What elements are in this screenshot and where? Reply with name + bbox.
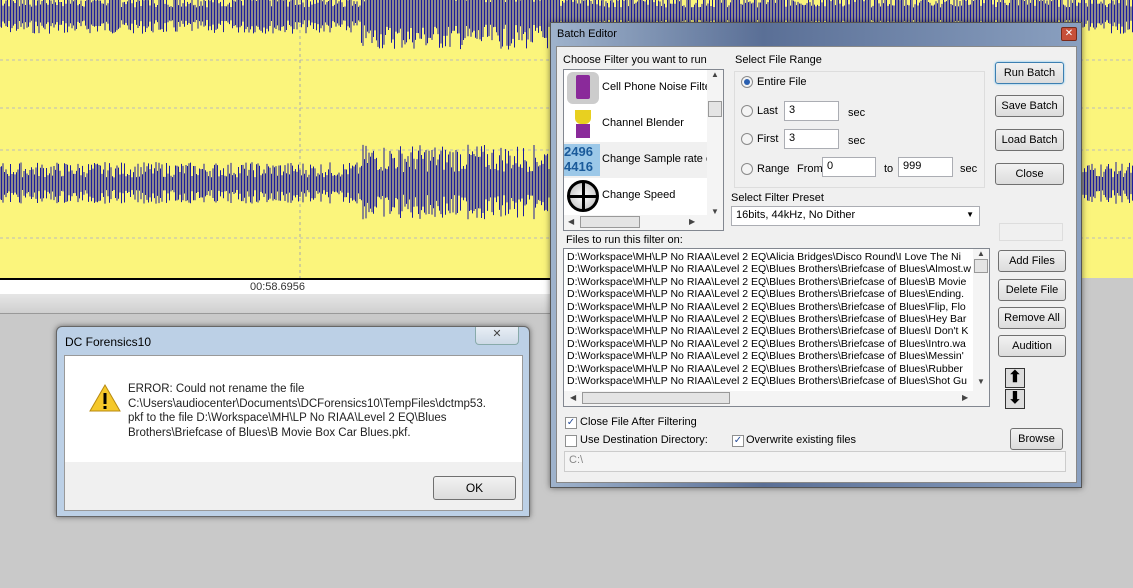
file-list-item[interactable]: D:\Workspace\MH\LP No RIAA\Level 2 EQ\Bl… [567,263,971,275]
overwrite-checkbox[interactable]: ✓ [732,435,744,447]
load-batch-button[interactable]: Load Batch [995,129,1064,151]
file-list-hscrollbar[interactable]: ◀ ▶ [564,391,989,406]
file-list-item[interactable]: D:\Workspace\MH\LP No RIAA\Level 2 EQ\Bl… [567,375,971,387]
dialog-close-button[interactable]: ✕ [475,327,519,345]
file-list-item[interactable]: D:\Workspace\MH\LP No RIAA\Level 2 EQ\Bl… [567,301,971,313]
from-label: From [797,163,823,175]
filter-item-change-speed[interactable]: Change Speed [564,178,708,214]
sample-rate-icon: 2496 4416 [564,144,600,176]
speed-wheel-icon [567,180,599,212]
close-after-checkbox[interactable]: ✓ [565,417,577,429]
preset-dropdown[interactable]: 16bits, 44kHz, No Dither ▼ [731,206,980,226]
filter-item-change-sample-rate[interactable]: 2496 4416 Change Sample rate or [564,142,716,178]
browse-button[interactable]: Browse [1010,428,1063,450]
file-list-item[interactable]: D:\Workspace\MH\LP No RIAA\Level 2 EQ\Bl… [567,276,971,288]
filter-item-cell-phone[interactable]: Cell Phone Noise Filter [564,70,715,106]
file-list-item[interactable]: D:\Workspace\MH\LP No RIAA\Level 2 EQ\Bl… [567,288,971,300]
file-list-item[interactable]: D:\Workspace\MH\LP No RIAA\Level 2 EQ\Bl… [567,338,971,350]
last-sec-label: sec [848,107,866,119]
arrow-down-icon: ⬇ [1008,390,1022,407]
range-sec-label: sec [960,163,978,175]
chevron-down-icon: ▼ [966,210,974,219]
audition-button[interactable]: Audition [998,335,1066,357]
arrow-up-icon: ⬆ [1008,369,1022,386]
close-after-label: Close File After Filtering [580,416,697,428]
overwrite-label: Overwrite existing files [746,434,857,446]
first-sec-label: sec [848,135,866,147]
horizontal-scrollbar[interactable] [0,294,555,314]
entire-file-radio[interactable] [741,76,753,88]
error-dialog: DC Forensics10 ✕ ERROR: Could not rename… [56,326,530,517]
filter-heading: Choose Filter you want to run [563,54,707,66]
filter-list-vscrollbar[interactable]: ▲ ▼ [707,70,723,216]
preset-heading: Select Filter Preset [731,192,824,204]
use-destination-checkbox[interactable] [565,435,577,447]
blender-icon [567,108,599,140]
filter-list-hscrollbar[interactable]: ◀ ▶ [564,215,723,230]
save-batch-button[interactable]: Save Batch [995,95,1064,117]
to-label: to [884,163,894,175]
file-list-item[interactable]: D:\Workspace\MH\LP No RIAA\Level 2 EQ\Al… [567,251,971,263]
file-list-item[interactable]: D:\Workspace\MH\LP No RIAA\Level 2 EQ\Bl… [567,313,971,325]
range-to-input[interactable]: 999 [898,157,953,177]
last-seconds-input[interactable]: 3 [784,101,839,121]
files-heading: Files to run this filter on: [566,234,683,246]
delete-file-button[interactable]: Delete File [998,279,1066,301]
filter-list[interactable]: Cell Phone Noise Filter Channel Blender … [563,69,724,231]
add-files-button[interactable]: Add Files [998,250,1066,272]
status-box [999,223,1063,241]
file-list[interactable]: D:\Workspace\MH\LP No RIAA\Level 2 EQ\Al… [563,248,990,407]
cell-phone-icon [567,72,599,104]
time-ruler: 00:58.6956 [0,278,555,294]
range-from-input[interactable]: 0 [822,157,876,177]
filter-item-channel-blender[interactable]: Channel Blender [564,106,708,142]
range-radio[interactable] [741,163,753,175]
first-seconds-input[interactable]: 3 [784,129,839,149]
first-label: First [757,133,779,145]
file-list-item[interactable]: D:\Workspace\MH\LP No RIAA\Level 2 EQ\Bl… [567,363,971,375]
use-destination-label: Use Destination Directory: [580,434,708,446]
close-button[interactable]: Close [995,163,1064,185]
close-icon[interactable]: ✕ [1061,27,1077,41]
last-radio[interactable] [741,105,753,117]
client-area: Choose Filter you want to run Cell Phone… [556,46,1077,483]
time-label: 00:58.6956 [249,281,306,293]
file-list-item[interactable]: D:\Workspace\MH\LP No RIAA\Level 2 EQ\Bl… [567,350,971,362]
last-label: Last [757,105,778,117]
file-list-vscrollbar[interactable]: ▲ ▼ [973,249,989,392]
move-down-button[interactable]: ⬇ [1005,389,1025,409]
destination-path-input[interactable]: C:\ [564,451,1066,472]
batch-editor-window: Batch Editor ✕ Choose Filter you want to… [550,22,1082,488]
window-title: Batch Editor [557,28,617,40]
file-list-item[interactable]: D:\Workspace\MH\LP No RIAA\Level 2 EQ\Bl… [567,325,971,337]
ok-button[interactable]: OK [433,476,516,500]
entire-file-label: Entire File [757,76,807,88]
run-batch-button[interactable]: Run Batch [995,62,1064,84]
range-label: Range [757,163,790,175]
close-icon: ✕ [492,328,502,340]
first-radio[interactable] [741,133,753,145]
remove-all-button[interactable]: Remove All [998,307,1066,329]
range-heading: Select File Range [735,54,822,66]
preset-value: 16bits, 44kHz, No Dither [736,209,856,221]
error-message: ERROR: Could not rename the file C:\User… [128,383,486,439]
dialog-body: ERROR: Could not rename the file C:\User… [64,355,523,511]
move-up-button[interactable]: ⬆ [1005,368,1025,388]
dialog-title: DC Forensics10 [65,335,152,349]
warning-icon [89,384,121,412]
